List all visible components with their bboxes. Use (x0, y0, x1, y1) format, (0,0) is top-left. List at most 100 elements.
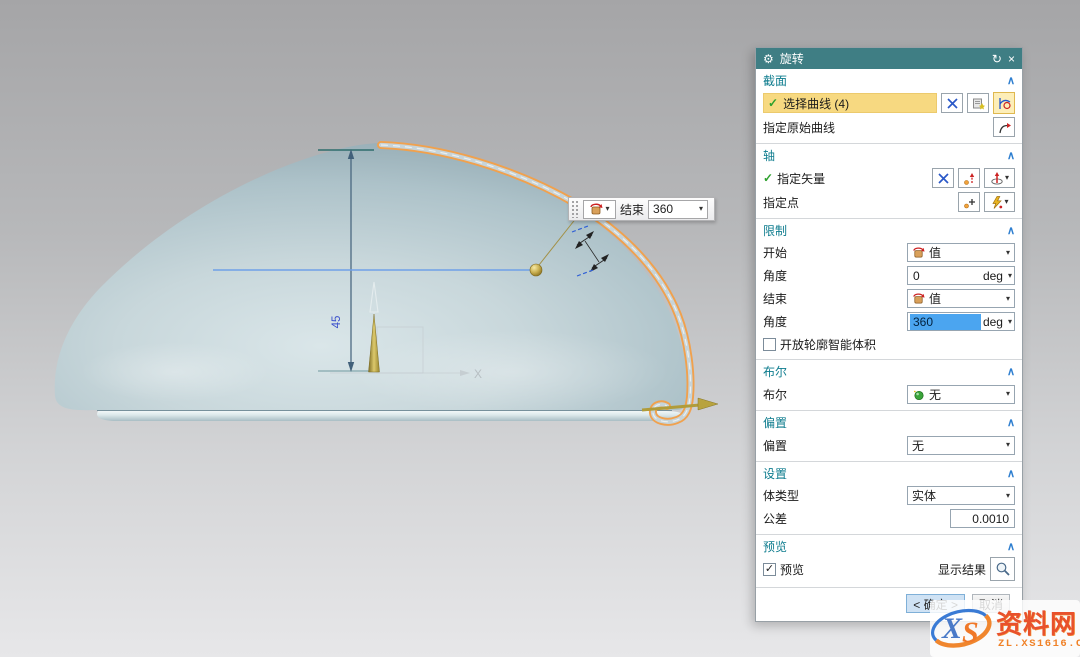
group-offset-header[interactable]: 偏置 ∧ (763, 412, 1015, 433)
curve-rule-button-active[interactable] (993, 92, 1015, 114)
group-boolean-header[interactable]: 布尔 ∧ (763, 361, 1015, 382)
dropdown-arrow-icon: ▾ (1006, 441, 1010, 449)
open-profile-label: 开放轮廓智能体积 (780, 336, 876, 353)
reset-icon[interactable]: ↻ (992, 53, 1002, 65)
close-icon[interactable]: × (1008, 53, 1015, 65)
offset-combo[interactable]: 无 ▾ (907, 436, 1015, 455)
chevron-up-icon[interactable]: ∧ (1007, 149, 1015, 162)
dialog-titlebar[interactable]: ⚙ 旋转 ↻ × (756, 48, 1022, 69)
group-title-label: 布尔 (763, 363, 787, 380)
check-icon: ✓ (768, 96, 778, 110)
group-settings: 设置 ∧ 体类型 实体 ▾ 公差 0.0010 (756, 462, 1022, 535)
cross-arrows-icon (946, 97, 959, 110)
boolean-combo[interactable]: 无 ▾ (907, 385, 1015, 404)
dropdown-arrow-icon: ▾ (605, 205, 609, 213)
end-angle-unit: deg (981, 315, 1008, 329)
end-angle-value-selected[interactable]: 360 (910, 314, 981, 330)
swap-selection-button[interactable] (941, 93, 963, 113)
start-angle-field[interactable]: 0 deg ▾ (907, 266, 1015, 285)
revolve-value-icon (912, 246, 925, 259)
group-axis-header[interactable]: 轴 ∧ (763, 145, 1015, 166)
vector-type-dropdown-button[interactable]: ▾ (984, 168, 1015, 188)
offset-label: 偏置 (763, 437, 903, 454)
point-inferred-dropdown-button[interactable]: ▾ (984, 192, 1015, 212)
end-mode-value: 值 (929, 290, 941, 307)
chevron-up-icon[interactable]: ∧ (1007, 224, 1015, 237)
group-preview-header[interactable]: 预览 ∧ (763, 536, 1015, 557)
group-offset: 偏置 ∧ 偏置 无 ▾ (756, 411, 1022, 462)
dropdown-arrow-icon: ▾ (1006, 295, 1010, 303)
group-boolean: 布尔 ∧ 布尔 无 ▾ (756, 360, 1022, 411)
preview-checkbox-checked[interactable]: ✓ (763, 563, 776, 576)
group-limits-header[interactable]: 限制 ∧ (763, 220, 1015, 241)
start-mode-combo[interactable]: 值 ▾ (907, 243, 1015, 262)
check-icon: ✓ (763, 171, 773, 185)
chevron-up-icon[interactable]: ∧ (1007, 365, 1015, 378)
select-curve-label: 选择曲线 (4) (783, 95, 849, 112)
start-mode-value: 值 (929, 244, 941, 261)
group-title-label: 轴 (763, 147, 775, 164)
group-section-header[interactable]: 截面 ∧ (763, 70, 1015, 91)
end-label: 结束 (763, 290, 903, 307)
tolerance-field[interactable]: 0.0010 (950, 509, 1015, 528)
dropdown-arrow-icon: ▾ (1008, 272, 1012, 280)
original-curve-button[interactable] (993, 117, 1015, 137)
specify-point-label: 指定点 (763, 194, 954, 211)
point-dialog-button[interactable] (958, 192, 980, 212)
watermark-site-name: 资料网 (996, 604, 1077, 641)
end-angle-inline-input[interactable]: 360 ▾ (648, 200, 708, 219)
dialog-title: 旋转 (780, 50, 986, 67)
group-title-label: 预览 (763, 538, 787, 555)
point-plus-icon (963, 196, 976, 209)
nx-application-window: X 45 (0, 0, 1080, 657)
select-curve-field[interactable]: ✓ 选择曲线 (4) (763, 93, 937, 113)
axis-x-label: X (474, 367, 482, 381)
gear-icon: ⚙ (763, 53, 774, 65)
revolve-dialog: ⚙ 旋转 ↻ × 截面 ∧ ✓ 选择曲线 (4) (755, 47, 1023, 622)
start-angle-value[interactable]: 0 (910, 268, 981, 284)
end-angle-field[interactable]: 360 deg ▾ (907, 312, 1015, 331)
vector-dialog-button[interactable] (958, 168, 980, 188)
end-angle-inline-value: 360 (653, 202, 699, 216)
toolbar-drag-handle[interactable] (571, 200, 579, 218)
group-title-label: 限制 (763, 222, 787, 239)
dome-specular-highlight (80, 342, 270, 402)
chevron-up-icon[interactable]: ∧ (1007, 416, 1015, 429)
group-preview: 预览 ∧ ✓ 预览 显示结果 (756, 535, 1022, 585)
point-arrow-icon (963, 172, 976, 185)
group-settings-header[interactable]: 设置 ∧ (763, 463, 1015, 484)
swap-vector-button[interactable] (932, 168, 954, 188)
tolerance-value: 0.0010 (972, 512, 1009, 526)
watermark-letter-s: S (962, 616, 979, 649)
end-angle-label: 角度 (763, 313, 903, 330)
watermark-logo: X S (926, 600, 996, 654)
chevron-up-icon[interactable]: ∧ (1007, 74, 1015, 87)
offset-value: 无 (912, 437, 924, 454)
watermark-letter-x: X (941, 612, 963, 645)
dropdown-arrow-icon: ▾ (699, 205, 703, 213)
tolerance-label: 公差 (763, 510, 946, 527)
curve-icon (997, 96, 1012, 111)
dome-brim[interactable] (97, 411, 684, 421)
dropdown-arrow-icon: ▾ (1005, 174, 1009, 182)
chevron-up-icon[interactable]: ∧ (1007, 467, 1015, 480)
chevron-up-icon[interactable]: ∧ (1007, 540, 1015, 553)
show-result-button[interactable] (990, 557, 1015, 581)
angle-drag-ball[interactable] (530, 264, 542, 276)
start-angle-label: 角度 (763, 267, 903, 284)
onscreen-input-toolbar: ▾ 结束 360 ▾ (568, 197, 715, 221)
start-label: 开始 (763, 244, 903, 261)
limit-mode-dropdown-button[interactable]: ▾ (583, 200, 616, 219)
selection-list-button[interactable] (967, 93, 989, 113)
dropdown-arrow-icon: ▾ (1006, 249, 1010, 257)
show-result-label: 显示结果 (938, 561, 986, 578)
body-type-combo[interactable]: 实体 ▾ (907, 486, 1015, 505)
dimension-45-label[interactable]: 45 (331, 316, 343, 329)
dropdown-arrow-icon: ▾ (1006, 492, 1010, 500)
open-profile-checkbox[interactable] (763, 338, 776, 351)
end-mode-combo[interactable]: 值 ▾ (907, 289, 1015, 308)
revolve-value-icon (912, 292, 925, 305)
end-angle-inline-label: 结束 (620, 201, 644, 218)
start-angle-unit: deg (981, 269, 1008, 283)
preview-label: 预览 (780, 561, 934, 578)
